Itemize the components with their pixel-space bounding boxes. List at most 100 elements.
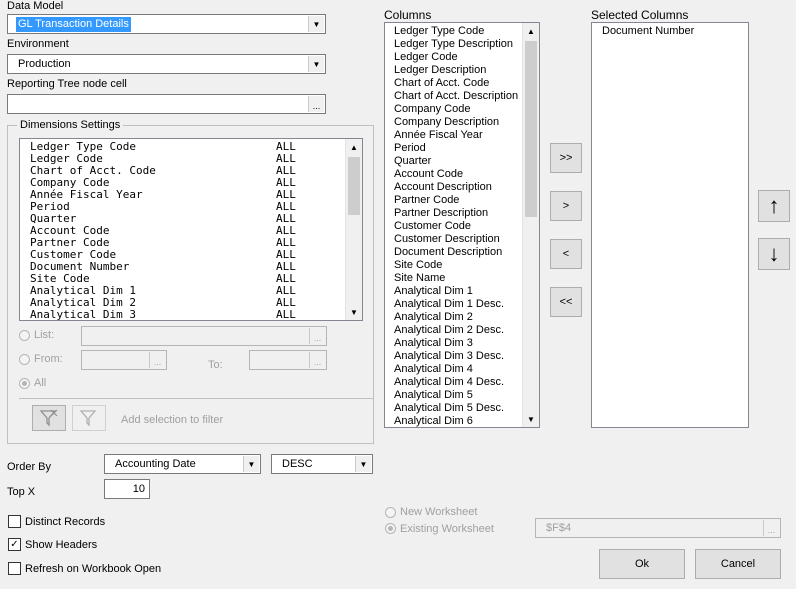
column-item[interactable]: Année Fiscal Year [394,129,483,141]
scroll-up-icon[interactable]: ▲ [523,23,539,39]
divider [19,398,373,399]
add-button[interactable]: > [550,191,582,221]
column-item[interactable]: Partner Code [394,194,459,206]
from-input[interactable]: ... [81,350,167,370]
destination-cell-value: $F$4 [546,522,572,534]
show-headers-checkbox[interactable]: ✓ [8,538,21,551]
column-item[interactable]: Company Code [394,103,470,115]
environment-select[interactable]: Production ▼ [7,54,326,74]
ellipsis-icon[interactable]: ... [309,352,325,368]
ellipsis-icon[interactable]: ... [309,328,325,344]
column-item[interactable]: Customer Description [394,233,500,245]
dimensions-list[interactable]: Ledger Type Code ALL Ledger Code ALL Chart o… [19,138,363,321]
column-item[interactable]: Document Description [394,246,502,258]
filter-remove-icon [79,410,97,427]
columns-scrollbar[interactable]: ▲ ▼ [522,23,539,427]
column-item[interactable]: Partner Description [394,207,488,219]
remove-button[interactable]: < [550,239,582,269]
data-model-select[interactable]: GL Transaction Details ▼ [7,14,326,34]
remove-all-button[interactable]: << [550,287,582,317]
order-by-field-value: Accounting Date [115,458,196,470]
chevron-down-icon[interactable]: ▼ [243,456,259,472]
columns-label: Columns [384,8,432,22]
chevron-down-icon[interactable]: ▼ [308,16,324,32]
list-radio[interactable] [19,330,30,341]
list-label: List: [34,329,55,341]
dimension-row[interactable]: Analytical Dim 3 ALL [30,308,345,320]
arrow-up-icon: ↑ [768,193,780,218]
filter-add-icon [39,409,58,427]
add-filter-button[interactable] [32,405,66,431]
refresh-on-open-checkbox[interactable] [8,562,21,575]
ellipsis-icon[interactable]: ... [308,96,324,112]
column-item[interactable]: Customer Code [394,220,471,232]
order-by-direction-select[interactable]: DESC ▼ [271,454,373,474]
arrow-down-icon: ↓ [768,241,780,266]
reporting-tree-input[interactable]: ... [7,94,326,114]
to-input[interactable]: ... [249,350,327,370]
column-item[interactable]: Site Code [394,259,442,271]
column-item[interactable]: Period [394,142,426,154]
scroll-up-icon[interactable]: ▲ [346,139,362,155]
column-item[interactable]: Chart of Acct. Description [394,90,518,102]
column-item[interactable]: Quarter [394,155,431,167]
ok-button[interactable]: Ok [599,549,685,579]
selected-columns-label: Selected Columns [591,8,689,22]
move-up-button[interactable]: ↑ [758,190,790,222]
move-down-button[interactable]: ↓ [758,238,790,270]
column-item[interactable]: Analytical Dim 3 Desc. [394,350,504,362]
column-item[interactable]: Site Name [394,272,445,284]
top-x-label: Top X [7,486,36,498]
cancel-button[interactable]: Cancel [695,549,781,579]
column-item[interactable]: Analytical Dim 4 Desc. [394,376,504,388]
all-radio[interactable] [19,378,30,389]
chevron-down-icon[interactable]: ▼ [355,456,371,472]
scroll-down-icon[interactable]: ▼ [346,304,362,320]
from-radio[interactable] [19,354,30,365]
scroll-thumb[interactable] [525,41,537,217]
scroll-down-icon[interactable]: ▼ [523,411,539,427]
column-item[interactable]: Analytical Dim 6 [394,415,473,427]
destination-cell-input[interactable]: $F$4 ... [535,518,781,538]
column-item[interactable]: Ledger Description [394,64,486,76]
chevron-down-icon[interactable]: ▼ [308,56,324,72]
order-by-field-select[interactable]: Accounting Date ▼ [104,454,261,474]
to-label: To: [208,359,223,371]
column-item[interactable]: Analytical Dim 1 Desc. [394,298,504,310]
environment-value: Production [18,58,71,70]
from-label: From: [34,353,63,365]
list-input[interactable]: ... [81,326,327,346]
remove-filter-button[interactable] [72,405,106,431]
show-headers-label: Show Headers [25,539,98,551]
scroll-thumb[interactable] [348,157,360,215]
new-worksheet-radio[interactable] [385,507,396,518]
reporting-tree-label: Reporting Tree node cell [7,78,127,90]
column-item[interactable]: Account Code [394,168,463,180]
column-item[interactable]: Analytical Dim 3 [394,337,473,349]
selected-columns-list[interactable]: Document Number [591,22,749,428]
column-item[interactable]: Analytical Dim 2 Desc. [394,324,504,336]
ellipsis-icon[interactable]: ... [763,520,779,536]
column-item[interactable]: Analytical Dim 5 [394,389,473,401]
columns-list[interactable]: Ledger Type Code Ledger Type Description L… [384,22,540,428]
ellipsis-icon[interactable]: ... [149,352,165,368]
selected-column-item[interactable]: Document Number [602,25,694,37]
top-x-input[interactable]: 10 [104,479,150,499]
distinct-records-label: Distinct Records [25,516,106,528]
column-item[interactable]: Analytical Dim 1 [394,285,473,297]
column-item[interactable]: Analytical Dim 2 [394,311,473,323]
existing-worksheet-radio[interactable] [385,523,396,534]
refresh-on-open-label: Refresh on Workbook Open [25,563,162,575]
all-label: All [34,377,47,389]
dimensions-scrollbar[interactable]: ▲ ▼ [345,139,362,320]
column-item[interactable]: Ledger Type Code [394,25,484,37]
add-all-button[interactable]: >> [550,143,582,173]
column-item[interactable]: Analytical Dim 5 Desc. [394,402,504,414]
column-item[interactable]: Ledger Code [394,51,458,63]
column-item[interactable]: Account Description [394,181,492,193]
column-item[interactable]: Analytical Dim 4 [394,363,473,375]
column-item[interactable]: Company Description [394,116,499,128]
distinct-records-checkbox[interactable] [8,515,21,528]
column-item[interactable]: Ledger Type Description [394,38,513,50]
column-item[interactable]: Chart of Acct. Code [394,77,489,89]
